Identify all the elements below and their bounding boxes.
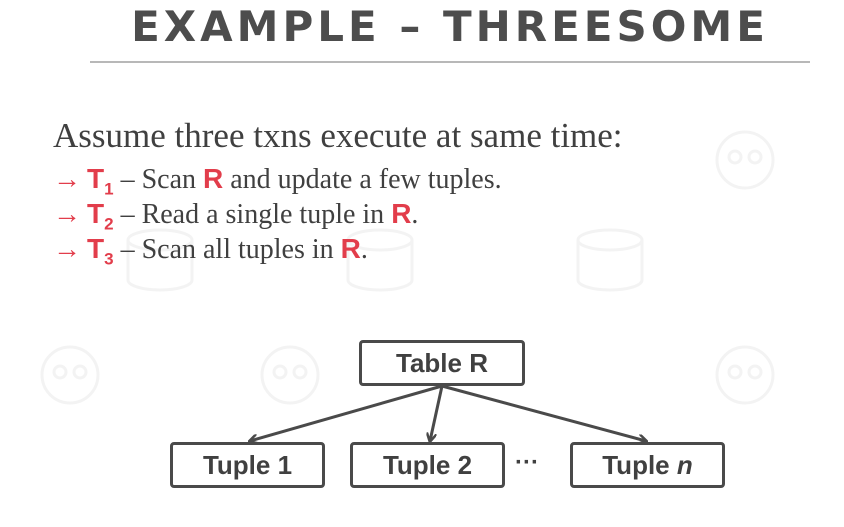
table-r-node: Table R [359,340,525,386]
tuple-2-node: Tuple 2 [350,442,505,488]
tuple-n-node: Tuple n [570,442,725,488]
edge-to-tuple-2 [430,385,444,441]
edge-to-tuple-n [441,384,646,441]
tuple-1-node: Tuple 1 [170,442,325,488]
ellipsis: ··· [515,449,539,476]
edge-to-tuple-1 [250,384,443,441]
